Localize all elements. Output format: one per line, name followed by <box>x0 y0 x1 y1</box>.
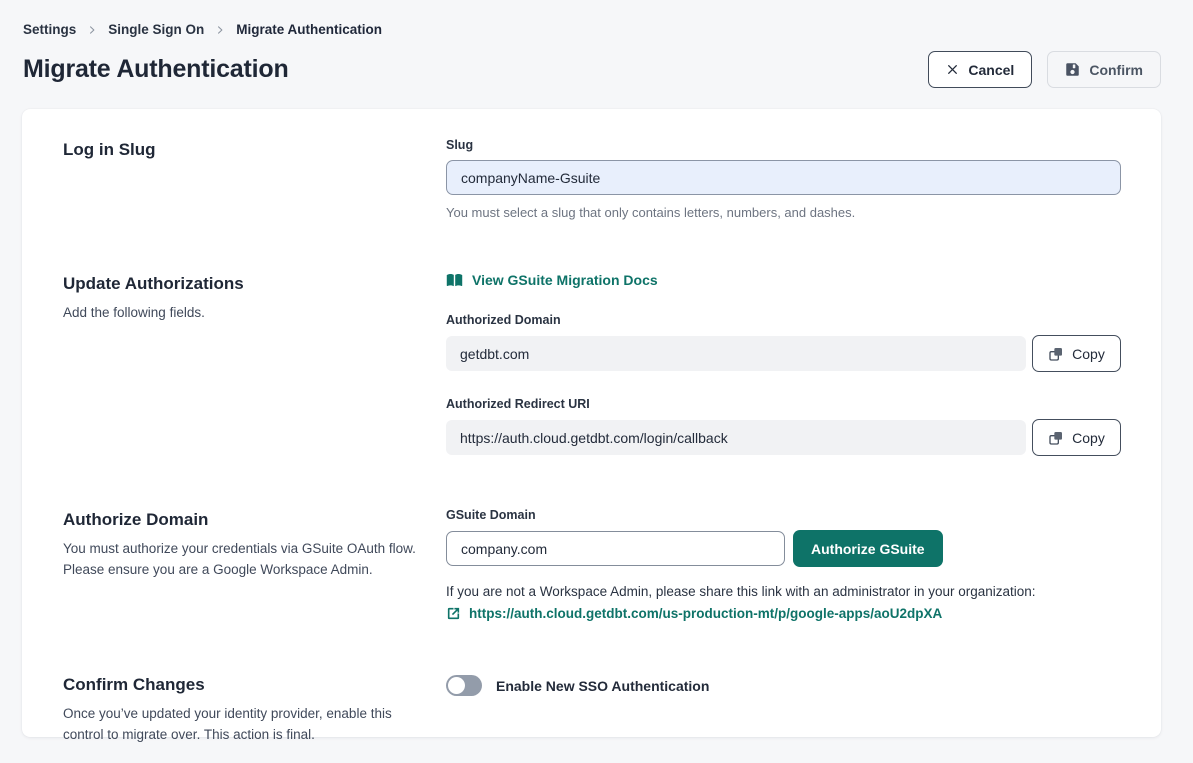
chevron-right-icon <box>87 25 97 35</box>
section-heading: Update Authorizations <box>63 274 446 294</box>
chevron-right-icon <box>215 25 225 35</box>
book-icon <box>446 273 463 288</box>
page-title: Migrate Authentication <box>23 55 289 84</box>
gsuite-domain-input[interactable] <box>446 531 785 566</box>
gsuite-domain-label: GSuite Domain <box>446 508 1121 522</box>
copy-button-label: Copy <box>1072 346 1105 362</box>
confirm-button-label: Confirm <box>1089 62 1143 78</box>
authorize-gsuite-button[interactable]: Authorize GSuite <box>793 530 943 567</box>
section-confirm-changes-left: Confirm Changes Once you’ve updated your… <box>63 673 446 745</box>
workspace-admin-note: If you are not a Workspace Admin, please… <box>446 584 1121 599</box>
cancel-button-label: Cancel <box>968 62 1014 78</box>
section-update-authorizations-left: Update Authorizations Add the following … <box>63 272 446 324</box>
save-icon <box>1065 62 1080 77</box>
section-authorize-domain: Authorize Domain You must authorize your… <box>63 508 1121 621</box>
section-description: You must authorize your credentials via … <box>63 539 423 580</box>
authorized-redirect-uri-value: https://auth.cloud.getdbt.com/login/call… <box>446 420 1026 455</box>
copy-icon <box>1048 346 1064 362</box>
copy-button-label: Copy <box>1072 430 1105 446</box>
confirm-button[interactable]: Confirm <box>1047 51 1161 88</box>
enable-sso-toggle-label: Enable New SSO Authentication <box>496 678 709 694</box>
section-update-authorizations: Update Authorizations Add the following … <box>63 272 1121 456</box>
breadcrumb: Settings Single Sign On Migrate Authenti… <box>23 22 1161 37</box>
enable-sso-toggle[interactable] <box>446 675 482 696</box>
section-authorize-domain-left: Authorize Domain You must authorize your… <box>63 508 446 580</box>
section-login-slug: Log in Slug Slug You must select a slug … <box>63 138 1121 220</box>
section-update-authorizations-right: View GSuite Migration Docs Authorized Do… <box>446 272 1121 456</box>
copy-redirect-uri-button[interactable]: Copy <box>1032 419 1121 456</box>
section-description: Add the following fields. <box>63 303 423 323</box>
section-authorize-domain-right: GSuite Domain Authorize GSuite If you ar… <box>446 508 1121 621</box>
breadcrumb-item-single-sign-on[interactable]: Single Sign On <box>108 22 204 37</box>
share-link-row: https://auth.cloud.getdbt.com/us-product… <box>446 606 1121 621</box>
breadcrumb-item-settings[interactable]: Settings <box>23 22 76 37</box>
admin-share-link[interactable]: https://auth.cloud.getdbt.com/us-product… <box>469 606 942 621</box>
copy-icon <box>1048 430 1064 446</box>
section-heading: Authorize Domain <box>63 510 446 530</box>
settings-card: Log in Slug Slug You must select a slug … <box>22 109 1161 737</box>
section-heading: Log in Slug <box>63 140 446 160</box>
authorized-domain-label: Authorized Domain <box>446 313 1121 327</box>
gsuite-migration-docs-link[interactable]: View GSuite Migration Docs <box>446 272 658 288</box>
copy-authorized-domain-button[interactable]: Copy <box>1032 335 1121 372</box>
slug-helper-text: You must select a slug that only contain… <box>446 205 1121 220</box>
sso-toggle-row: Enable New SSO Authentication <box>446 675 1121 696</box>
redirect-uri-field-block: Authorized Redirect URI https://auth.clo… <box>446 397 1121 456</box>
slug-label: Slug <box>446 138 1121 152</box>
slug-input[interactable] <box>446 160 1121 195</box>
authorized-redirect-uri-label: Authorized Redirect URI <box>446 397 1121 411</box>
section-heading: Confirm Changes <box>63 675 446 695</box>
authorized-domain-field-block: Authorized Domain getdbt.com Copy <box>446 313 1121 372</box>
section-confirm-changes: Confirm Changes Once you’ve updated your… <box>63 673 1121 745</box>
gsuite-migration-docs-link-label: View GSuite Migration Docs <box>472 272 658 288</box>
toggle-knob <box>448 677 465 694</box>
section-login-slug-right: Slug You must select a slug that only co… <box>446 138 1121 220</box>
header-actions: Cancel Confirm <box>928 51 1161 88</box>
breadcrumb-item-migrate-authentication: Migrate Authentication <box>236 22 382 37</box>
cancel-button[interactable]: Cancel <box>928 51 1032 88</box>
page-header: Migrate Authentication Cancel Confirm <box>23 51 1161 88</box>
section-confirm-changes-right: Enable New SSO Authentication <box>446 673 1121 696</box>
section-description: Once you’ve updated your identity provid… <box>63 704 423 745</box>
x-icon <box>946 63 959 76</box>
section-login-slug-left: Log in Slug <box>63 138 446 160</box>
migrate-authentication-page: Settings Single Sign On Migrate Authenti… <box>0 0 1193 737</box>
authorized-domain-value: getdbt.com <box>446 336 1026 371</box>
external-link-icon <box>446 606 461 621</box>
